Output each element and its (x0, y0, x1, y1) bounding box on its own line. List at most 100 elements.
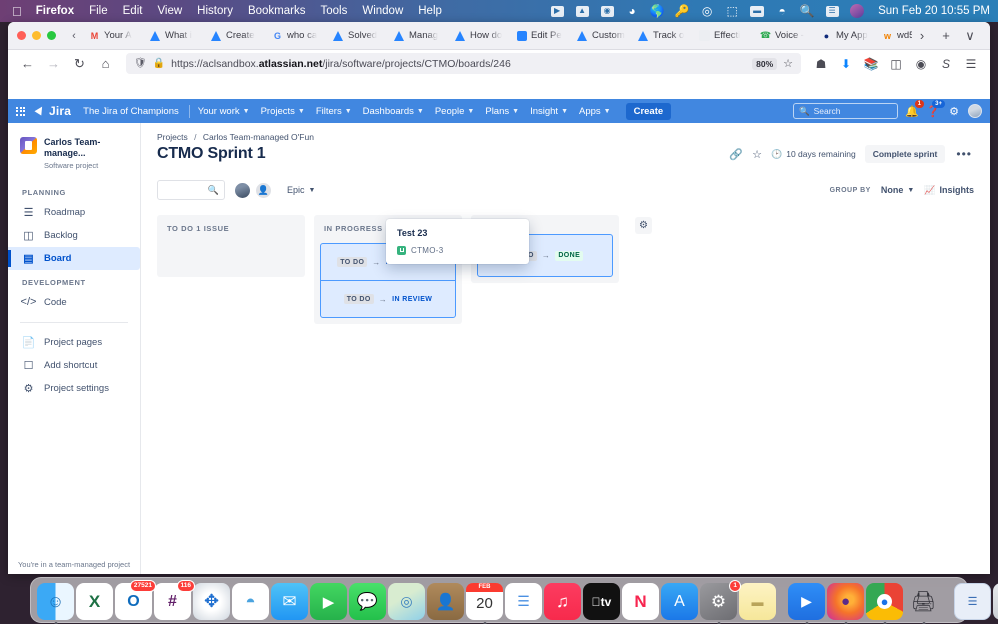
browser-tab[interactable]: How do (449, 23, 510, 49)
bookmark-star-icon[interactable]: ☆ (783, 57, 793, 70)
sidebar-item-project-pages[interactable]: 📄 Project pages (8, 331, 140, 354)
dock-item-reminders[interactable]: ☰ (505, 583, 542, 620)
dock-item-podcasts[interactable]: ◓ (232, 583, 269, 620)
nav-insight[interactable]: Insight ▼ (530, 106, 568, 117)
sidebar-item-code[interactable]: </> Code (8, 291, 140, 314)
epic-filter-dropdown[interactable]: Epic ▼ (287, 185, 315, 195)
settings-icon[interactable]: ⚙ (947, 104, 961, 118)
browser-tab[interactable]: ☎ Voice - (754, 23, 815, 49)
dock-item-apple-tv[interactable]: tv (583, 583, 620, 620)
browser-tab[interactable]: M Your A (83, 23, 144, 49)
battery-icon[interactable]: ▬ (750, 4, 765, 18)
dock-item-system-preferences[interactable]: ⚙ 1 (700, 580, 741, 624)
list-all-tabs-button[interactable]: ∨ (960, 26, 980, 46)
app-switcher-icon[interactable] (16, 106, 25, 116)
dock-item-chrome[interactable]: ● (866, 583, 903, 624)
browser-tab[interactable]: Manag (388, 23, 449, 49)
dragged-issue-card[interactable]: Test 23 CTMO-3 (386, 219, 529, 264)
dock-item-finder[interactable]: ☺ (37, 583, 74, 624)
tracking-shield-icon[interactable]: 🛡 (134, 58, 147, 69)
library-icon[interactable]: 📚 (860, 53, 882, 75)
dock-item-outlook[interactable]: O 27521 (115, 580, 156, 620)
dock-item-safari[interactable]: ✥ (193, 583, 230, 620)
dock-item-facetime[interactable]: ▶ (310, 583, 347, 620)
record-icon[interactable]: ◎ (700, 4, 714, 18)
browser-tab[interactable]: Create (205, 23, 266, 49)
bluetooth-icon[interactable]: ⬚ (725, 4, 739, 18)
downloads-icon[interactable]: ⬇ (835, 53, 857, 75)
sidebar-item-backlog[interactable]: ◫ Backlog (8, 224, 140, 247)
new-tab-button[interactable]: + (936, 26, 956, 46)
close-window-button[interactable] (17, 31, 26, 40)
sidebar-item-project-settings[interactable]: ⚙ Project settings (8, 377, 140, 400)
insights-button[interactable]: 📈 Insights (924, 185, 974, 196)
dock-item-music[interactable]: ♫ (544, 583, 581, 620)
menu-bar-clock[interactable]: Sun Feb 20 10:55 PM (878, 5, 990, 17)
scroll-tabs-right-button[interactable]: › (912, 26, 932, 46)
user-avatar-icon[interactable] (850, 4, 865, 18)
dock-item-calendar[interactable]: FEB 20 (466, 583, 503, 624)
help-icon[interactable]: ❓ 3+ (926, 100, 945, 118)
dock-item-firefox[interactable]: ● (827, 583, 864, 624)
lock-icon[interactable]: 🔒 (153, 58, 165, 69)
shield-badge-icon[interactable]: ◉ (910, 53, 932, 75)
apple-logo-icon[interactable]:  (12, 5, 22, 18)
sidebar-item-add-shortcut[interactable]: ☐ Add shortcut (8, 354, 140, 377)
browser-tab[interactable]: What i (144, 23, 205, 49)
project-header[interactable]: Carlos Team-manage... Software project (8, 133, 140, 180)
dock-item-contacts[interactable]: 👤 (427, 583, 464, 620)
dock-item-messages[interactable]: 💬 (349, 583, 386, 620)
notifications-icon[interactable]: 🔔 1 (905, 100, 924, 118)
display-icon[interactable]: ☰ (825, 4, 839, 18)
wifi-weak-icon[interactable]: ◕ (625, 4, 639, 18)
board-search-input[interactable]: 🔍 (157, 180, 225, 200)
sidebar-item-roadmap[interactable]: ☰ Roadmap (8, 201, 140, 224)
complete-sprint-button[interactable]: Complete sprint (864, 145, 946, 163)
share-icon[interactable]: 🔗 (729, 148, 743, 161)
dock-item-trash[interactable]: 🗑 (993, 583, 998, 620)
home-button[interactable]: ⌂ (94, 53, 117, 75)
browser-tab[interactable]: Custom (571, 23, 632, 49)
nav-apps[interactable]: Apps ▼ (579, 106, 611, 117)
menu-icon[interactable]: ☰ (960, 53, 982, 75)
column-settings-gear-icon[interactable]: ⚙ (635, 217, 652, 234)
reload-button[interactable]: ↻ (68, 53, 91, 75)
browser-tab[interactable]: w wd5.m (876, 23, 912, 49)
dock-item-slack[interactable]: #116 (154, 580, 195, 620)
back-button[interactable]: ← (16, 53, 39, 75)
jira-logo[interactable]: Jira (35, 104, 71, 118)
nav-filters[interactable]: Filters ▼ (316, 106, 352, 117)
nav-projects[interactable]: Projects ▼ (261, 106, 305, 117)
dock-item-printer[interactable]: 🖨 (905, 583, 942, 624)
more-actions-button[interactable]: ••• (954, 147, 974, 161)
create-button[interactable]: Create (625, 102, 672, 120)
nav-dashboards[interactable]: Dashboards ▼ (363, 106, 424, 117)
maximize-window-button[interactable] (47, 31, 56, 40)
drive-icon[interactable]: ▲ (575, 4, 589, 18)
nav-people[interactable]: People ▼ (435, 106, 475, 117)
browser-tab[interactable]: Gwho ca (266, 23, 327, 49)
menu-item-edit[interactable]: Edit (123, 5, 143, 17)
star-icon[interactable]: ☆ (752, 148, 762, 161)
scroll-tabs-left-button[interactable]: ‹ (65, 30, 83, 42)
browser-tab[interactable]: ● My App (815, 23, 876, 49)
window-traffic-lights[interactable] (8, 31, 65, 40)
dock-item-app-store[interactable]: A (661, 583, 698, 620)
dock-item-news[interactable]: N (622, 583, 659, 620)
sidebar-item-board[interactable]: ▤ Board (8, 246, 140, 270)
zoom-level-indicator[interactable]: 80% (752, 57, 778, 70)
forward-button[interactable]: → (42, 53, 65, 75)
profile-avatar[interactable] (968, 104, 982, 118)
s-extension-icon[interactable]: S (935, 53, 957, 75)
key-icon[interactable]: 🔑 (675, 4, 690, 18)
minimize-window-button[interactable] (32, 31, 41, 40)
nav-your-work[interactable]: Your work ▼ (198, 106, 250, 117)
menu-item-help[interactable]: Help (418, 5, 442, 17)
address-bar[interactable]: 🛡 🔒 https://aclsandbox.atlassian.net/jir… (126, 53, 801, 74)
browser-tab[interactable]: Track o (632, 23, 693, 49)
globe-icon[interactable]: 🌎 (650, 4, 665, 18)
wifi-icon[interactable]: ◓ (775, 4, 789, 18)
dock-item-mail[interactable]: ✉ (271, 583, 308, 620)
dock-item-stickies[interactable]: ▬ (739, 583, 776, 620)
breadcrumb-projects[interactable]: Projects (157, 132, 188, 142)
